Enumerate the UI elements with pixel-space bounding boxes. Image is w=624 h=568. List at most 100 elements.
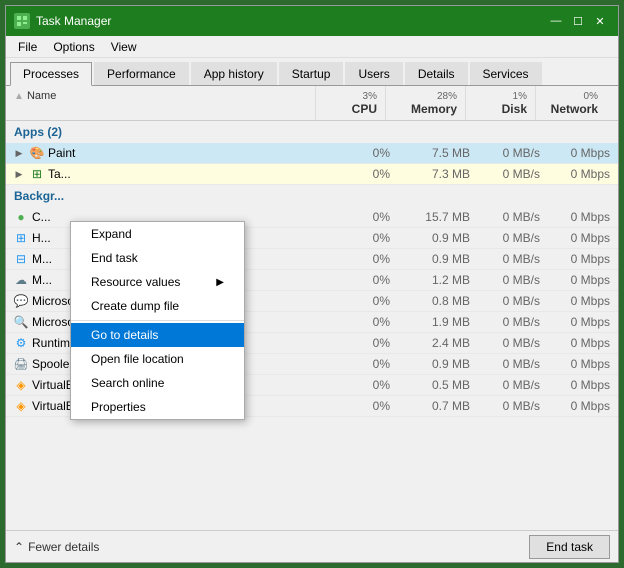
fewer-details-button[interactable]: ⌃ Fewer details — [14, 540, 99, 554]
cell-cpu: 0% — [328, 249, 398, 269]
col-memory-label: Memory — [394, 102, 457, 116]
tab-details[interactable]: Details — [405, 62, 468, 85]
cell-disk: 0 MB/s — [478, 333, 548, 353]
cell-cpu: 0% — [328, 333, 398, 353]
col-network-label: Network — [544, 102, 598, 116]
cell-memory: 0.8 MB — [398, 291, 478, 311]
cell-memory: 0.9 MB — [398, 249, 478, 269]
cell-disk: 0 MB/s — [478, 354, 548, 374]
ctx-go-to-details[interactable]: Go to details — [71, 323, 244, 347]
ctx-properties-label: Properties — [91, 400, 146, 414]
cell-memory: 2.4 MB — [398, 333, 478, 353]
app-icon-paint: 🎨 — [30, 146, 44, 160]
cell-memory: 7.3 MB — [398, 164, 478, 184]
end-task-button[interactable]: End task — [529, 535, 610, 559]
app-icon-task: ⊞ — [30, 167, 44, 181]
tab-bar: Processes Performance App history Startu… — [6, 58, 618, 86]
process-name: Ta... — [48, 167, 71, 181]
col-disk-label: Disk — [474, 102, 527, 116]
col-name[interactable]: ▲ Name — [6, 86, 316, 120]
section-background: Backgr... — [6, 185, 618, 207]
cell-cpu: 0% — [328, 164, 398, 184]
ctx-resource-values[interactable]: Resource values ▶ — [71, 270, 244, 294]
cell-disk: 0 MB/s — [478, 143, 548, 163]
col-disk[interactable]: 1% Disk — [466, 86, 536, 120]
cell-disk: 0 MB/s — [478, 249, 548, 269]
cell-name: ▶ ⊞ Ta... — [6, 164, 328, 184]
ctx-resource-values-label: Resource values — [91, 275, 180, 289]
cell-network: 0 Mbps — [548, 164, 618, 184]
process-name: Paint — [48, 146, 75, 160]
cell-memory: 1.2 MB — [398, 270, 478, 290]
tab-processes[interactable]: Processes — [10, 62, 92, 86]
ctx-search-online-label: Search online — [91, 376, 164, 390]
cell-disk: 0 MB/s — [478, 375, 548, 395]
cell-cpu: 0% — [328, 207, 398, 227]
menu-options[interactable]: Options — [45, 38, 102, 56]
app-icon-search: 🔍 — [14, 315, 28, 329]
ctx-search-online[interactable]: Search online — [71, 371, 244, 395]
col-memory-pct: 28% — [437, 91, 457, 102]
col-cpu-label: CPU — [324, 102, 377, 116]
cell-disk: 0 MB/s — [478, 396, 548, 416]
process-name: M... — [32, 273, 52, 287]
minimize-button[interactable]: — — [546, 12, 566, 30]
ctx-open-file-location[interactable]: Open file location — [71, 347, 244, 371]
cell-disk: 0 MB/s — [478, 312, 548, 332]
expand-arrow-icon: ▶ — [14, 169, 24, 179]
tab-services[interactable]: Services — [470, 62, 542, 85]
window-controls: — ☐ ✕ — [546, 12, 610, 30]
menu-bar: File Options View — [6, 36, 618, 58]
cell-memory: 1.9 MB — [398, 312, 478, 332]
ctx-go-to-details-label: Go to details — [91, 328, 158, 342]
ctx-end-task[interactable]: End task — [71, 246, 244, 270]
cell-network: 0 Mbps — [548, 396, 618, 416]
app-icon-h: ⊞ — [14, 231, 28, 245]
bottom-bar: ⌃ Fewer details End task — [6, 530, 618, 562]
app-icon-spooler: 🖨 — [14, 357, 28, 371]
col-memory[interactable]: 28% Memory — [386, 86, 466, 120]
ctx-expand[interactable]: Expand — [71, 222, 244, 246]
cell-disk: 0 MB/s — [478, 164, 548, 184]
table-row[interactable]: ▶ ⊞ Ta... 0% 7.3 MB 0 MB/s 0 Mbps — [6, 164, 618, 185]
close-button[interactable]: ✕ — [590, 12, 610, 30]
process-name: H... — [32, 231, 51, 245]
tab-users[interactable]: Users — [345, 62, 402, 85]
cell-disk: 0 MB/s — [478, 291, 548, 311]
table-row[interactable]: ▶ 🎨 Paint 0% 7.5 MB 0 MB/s 0 Mbps — [6, 143, 618, 164]
ctx-create-dump-label: Create dump file — [91, 299, 179, 313]
cell-disk: 0 MB/s — [478, 207, 548, 227]
process-name: C... — [32, 210, 51, 224]
menu-file[interactable]: File — [10, 38, 45, 56]
task-manager-window: Task Manager — ☐ ✕ File Options View Pro… — [5, 5, 619, 563]
cell-memory: 0.5 MB — [398, 375, 478, 395]
cell-network: 0 Mbps — [548, 143, 618, 163]
cell-memory: 7.5 MB — [398, 143, 478, 163]
fewer-details-icon: ⌃ — [14, 540, 24, 554]
cell-network: 0 Mbps — [548, 354, 618, 374]
cell-network: 0 Mbps — [548, 375, 618, 395]
cell-network: 0 Mbps — [548, 270, 618, 290]
ctx-open-file-location-label: Open file location — [91, 352, 184, 366]
cell-network: 0 Mbps — [548, 333, 618, 353]
app-icon — [14, 13, 30, 29]
cell-cpu: 0% — [328, 228, 398, 248]
menu-view[interactable]: View — [103, 38, 145, 56]
tab-performance[interactable]: Performance — [94, 62, 189, 85]
ctx-properties[interactable]: Properties — [71, 395, 244, 419]
ctx-create-dump[interactable]: Create dump file — [71, 294, 244, 318]
table-header: ▲ Name 3% CPU 28% Memory 1% Disk 0% Netw… — [6, 86, 618, 121]
cell-disk: 0 MB/s — [478, 270, 548, 290]
cell-network: 0 Mbps — [548, 249, 618, 269]
cell-network: 0 Mbps — [548, 291, 618, 311]
maximize-button[interactable]: ☐ — [568, 12, 588, 30]
tab-app-history[interactable]: App history — [191, 62, 277, 85]
col-cpu[interactable]: 3% CPU — [316, 86, 386, 120]
cell-cpu: 0% — [328, 354, 398, 374]
tab-startup[interactable]: Startup — [279, 62, 344, 85]
cell-memory: 0.7 MB — [398, 396, 478, 416]
col-disk-pct: 1% — [513, 91, 527, 102]
cell-name: ▶ 🎨 Paint — [6, 143, 328, 163]
ctx-arrow-icon: ▶ — [216, 277, 224, 288]
col-network[interactable]: 0% Network — [536, 86, 606, 120]
